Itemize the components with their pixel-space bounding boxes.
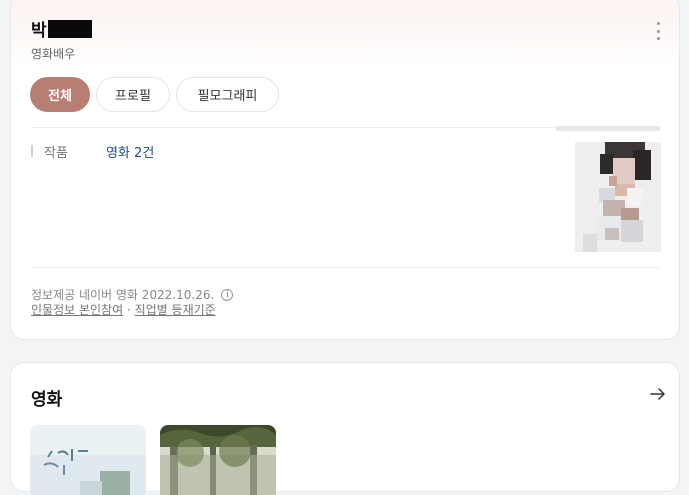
photo-scroll-strip: [556, 126, 660, 131]
movies-section-title: 영화: [31, 390, 63, 410]
tab-filmography[interactable]: 필모그래피: [176, 77, 279, 112]
profile-card: 박 영화배우 전체 프로필 필모그래피 작품 영화 2건 정보제공 네이버 영화…: [10, 0, 680, 340]
works-bullet: [31, 145, 33, 157]
arrow-right-icon[interactable]: [649, 385, 667, 403]
works-value-link[interactable]: 영화 2건: [106, 142, 154, 161]
link-separator: ·: [123, 303, 135, 317]
movie-poster-1[interactable]: [30, 425, 146, 495]
footer-links: 인물정보 본인참여 · 직업별 등재기준: [31, 301, 216, 318]
movies-card: 영화: [10, 362, 680, 495]
poster-image-1: [30, 425, 146, 495]
tab-profile[interactable]: 프로필: [96, 77, 170, 112]
occupation-label: 영화배우: [31, 47, 76, 61]
poster-image-2: [160, 425, 276, 495]
more-options-icon[interactable]: [651, 22, 665, 40]
pixelated-photo-image: [575, 142, 661, 252]
profile-name: 박: [31, 16, 93, 41]
profile-photo[interactable]: [575, 142, 661, 252]
info-icon[interactable]: i: [221, 288, 234, 301]
job-criteria-link[interactable]: 직업별 등재기준: [135, 303, 216, 317]
tab-all[interactable]: 전체: [30, 77, 90, 112]
movie-poster-2[interactable]: [160, 425, 276, 495]
header-background: [11, 0, 679, 67]
works-label: 작품: [44, 146, 68, 161]
tab-bar: 전체 프로필 필모그래피: [30, 77, 279, 112]
divider-bottom: [31, 267, 659, 268]
name-redaction-box: [48, 19, 93, 38]
profile-name-text: 박: [31, 21, 47, 41]
person-info-link[interactable]: 인물정보 본인참여: [31, 303, 123, 317]
